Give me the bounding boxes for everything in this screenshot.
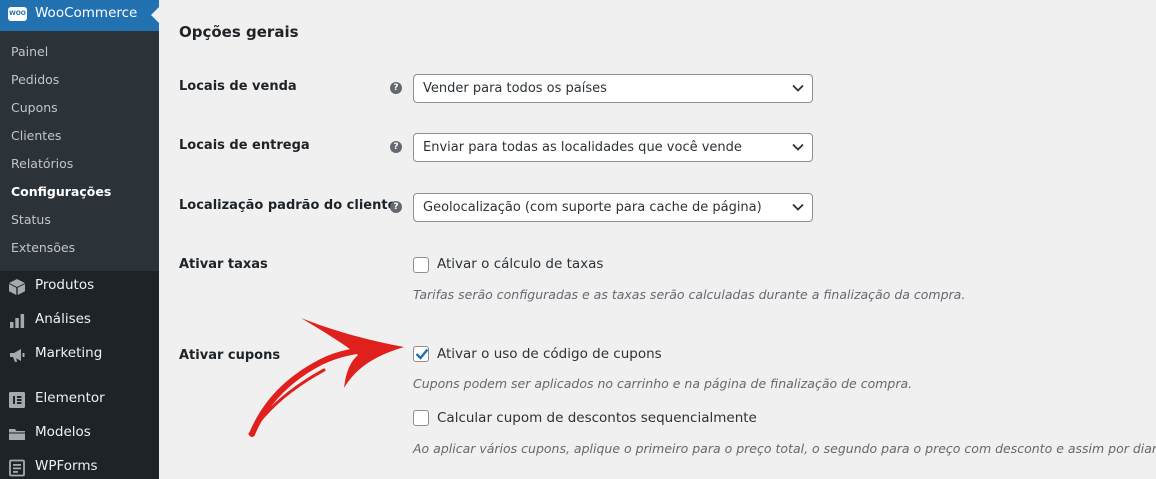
- help-tip-icon[interactable]: ?: [390, 82, 402, 94]
- sidebar-item-elementor[interactable]: Elementor: [0, 383, 159, 417]
- shipping-locations-label: Locais de entrega: [179, 138, 310, 153]
- sequential-coupons-checkbox[interactable]: [413, 410, 429, 426]
- default-location-select[interactable]: Geolocalização (com suporte para cache d…: [413, 193, 813, 222]
- sidebar-item-woocommerce[interactable]: WOO WooCommerce: [0, 0, 159, 31]
- sidebar-item-label: Análises: [35, 311, 91, 327]
- default-location-label: Localização padrão do cliente: [179, 198, 397, 213]
- box-icon: [9, 279, 25, 295]
- bar-chart-icon: [10, 314, 25, 328]
- submenu-item-painel[interactable]: Painel: [11, 44, 48, 59]
- woocommerce-logo-icon: WOO: [8, 7, 27, 21]
- checkmark-icon: [415, 348, 429, 360]
- admin-sidebar: WOO WooCommerce Painel Pedidos Cupons Cl…: [0, 0, 159, 479]
- select-value: Vender para todos os países: [423, 81, 607, 96]
- selling-locations-label: Locais de venda: [179, 79, 297, 94]
- shipping-locations-select[interactable]: Enviar para todas as localidades que voc…: [413, 133, 813, 162]
- woocommerce-submenu: Painel Pedidos Cupons Clientes Relatório…: [0, 31, 159, 271]
- sidebar-item-label: Marketing: [35, 345, 103, 361]
- forms-icon: [9, 459, 25, 477]
- help-tip-icon[interactable]: ?: [390, 201, 402, 213]
- enable-coupons-checkbox[interactable]: [413, 346, 429, 362]
- enable-taxes-checkbox-label[interactable]: Ativar o cálculo de taxas: [437, 256, 603, 272]
- enable-coupons-checkbox-label[interactable]: Ativar o uso de código de cupons: [437, 346, 662, 362]
- chevron-down-icon: [792, 143, 804, 151]
- enable-taxes-checkbox[interactable]: [413, 257, 429, 273]
- submenu-item-clientes[interactable]: Clientes: [11, 128, 61, 143]
- sidebar-item-marketing[interactable]: Marketing: [0, 338, 159, 372]
- sidebar-item-produtos[interactable]: Produtos: [0, 270, 159, 304]
- select-value: Enviar para todas as localidades que voc…: [423, 140, 742, 155]
- sidebar-item-label: Produtos: [35, 277, 95, 293]
- sidebar-item-wpforms[interactable]: WPForms: [0, 451, 159, 479]
- sequential-coupons-checkbox-label[interactable]: Calcular cupom de descontos sequencialme…: [437, 410, 757, 426]
- submenu-item-relatorios[interactable]: Relatórios: [11, 156, 73, 171]
- sequential-coupons-description: Ao aplicar vários cupons, aplique o prim…: [413, 441, 1156, 456]
- sidebar-item-label: WooCommerce: [35, 5, 138, 21]
- submenu-item-pedidos[interactable]: Pedidos: [11, 72, 59, 87]
- help-tip-icon[interactable]: ?: [390, 141, 402, 153]
- enable-taxes-description: Tarifas serão configuradas e as taxas se…: [413, 287, 966, 302]
- sidebar-item-label: WPForms: [35, 458, 98, 474]
- folder-icon: [9, 429, 25, 440]
- submenu-item-status[interactable]: Status: [11, 212, 51, 227]
- sidebar-item-modelos[interactable]: Modelos: [0, 417, 159, 451]
- enable-coupons-description: Cupons podem ser aplicados no carrinho e…: [413, 376, 913, 391]
- sidebar-item-analises[interactable]: Análises: [0, 304, 159, 338]
- sidebar-item-label: Elementor: [35, 390, 105, 406]
- enable-taxes-label: Ativar taxas: [179, 257, 268, 272]
- elementor-icon: [9, 392, 25, 408]
- selling-locations-select[interactable]: Vender para todos os países: [413, 74, 813, 103]
- submenu-item-configuracoes[interactable]: Configurações: [11, 184, 111, 199]
- submenu-item-extensoes[interactable]: Extensões: [11, 240, 75, 255]
- chevron-down-icon: [792, 203, 804, 211]
- sidebar-item-label: Modelos: [35, 424, 91, 440]
- red-annotation-arrow-icon: [248, 318, 404, 437]
- chevron-down-icon: [792, 84, 804, 92]
- select-value: Geolocalização (com suporte para cache d…: [423, 200, 762, 215]
- section-title: Opções gerais: [179, 23, 299, 41]
- current-menu-pointer: [151, 7, 159, 23]
- megaphone-icon: [10, 349, 25, 362]
- submenu-item-cupons[interactable]: Cupons: [11, 100, 58, 115]
- settings-content: Opções gerais Locais de venda ? Vender p…: [159, 0, 1156, 479]
